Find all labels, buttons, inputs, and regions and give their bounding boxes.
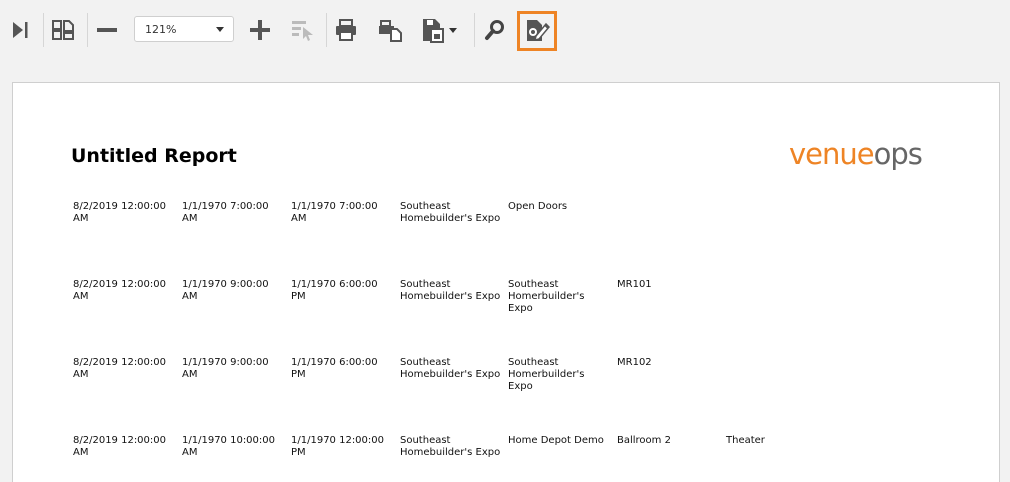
search-icon: [485, 20, 504, 40]
cell-event: Southeast Homebuilder's Expo: [400, 279, 501, 302]
cell-end-time: 1/1/1970 7:00:00 AM: [291, 201, 378, 224]
skip-to-end-icon: [13, 22, 28, 38]
search-button[interactable]: [477, 12, 513, 48]
zoom-value: 121%: [145, 22, 177, 36]
cell-room: Ballroom 2: [617, 435, 671, 446]
last-page-button[interactable]: [2, 12, 38, 48]
print-page-icon: [379, 20, 402, 42]
cell-function: Home Depot Demo: [508, 435, 604, 446]
cell-end-time: 1/1/1970 6:00:00 PM: [291, 279, 378, 302]
cell-date: 8/2/2019 12:00:00 AM: [73, 357, 167, 380]
print-button[interactable]: [328, 12, 364, 48]
cell-event: Southeast Homebuilder's Expo: [400, 201, 501, 224]
report-viewer-toolbar: 121%: [0, 0, 1010, 60]
cell-event: Southeast Homebuilder's Expo: [400, 357, 501, 380]
edit-report-icon: [527, 20, 550, 42]
export-button[interactable]: [416, 12, 462, 48]
cell-start-time: 1/1/1970 9:00:00 AM: [182, 357, 269, 380]
cell-start-time: 1/1/1970 10:00:00 AM: [182, 435, 276, 458]
select-tool-button[interactable]: [285, 12, 321, 48]
plus-icon: [250, 20, 270, 40]
cell-start-time: 1/1/1970 9:00:00 AM: [182, 279, 269, 302]
minus-icon: [97, 28, 117, 32]
cell-start-time: 1/1/1970 7:00:00 AM: [182, 201, 269, 224]
zoom-select[interactable]: 121%: [134, 16, 234, 42]
cell-function: Southeast Homerbuilder's Expo: [508, 357, 585, 392]
cell-setup: Theater: [726, 435, 765, 446]
report-page: Untitled Report venueops 8/2/2019 12:00:…: [12, 82, 1000, 482]
select-cursor-icon: [292, 21, 313, 41]
chevron-down-icon: [216, 27, 224, 32]
cell-function: Open Doors: [508, 201, 568, 212]
zoom-in-button[interactable]: [242, 12, 278, 48]
cell-function: Southeast Homerbuilder's Expo: [508, 279, 585, 314]
venueops-logo: venueops: [789, 137, 923, 171]
export-save-icon: [423, 19, 457, 43]
cell-room: MR102: [617, 357, 652, 368]
cell-end-time: 1/1/1970 12:00:00 PM: [291, 435, 385, 458]
cell-end-time: 1/1/1970 6:00:00 PM: [291, 357, 378, 380]
edit-report-button[interactable]: [517, 11, 557, 51]
cell-room: MR101: [617, 279, 652, 290]
zoom-out-button[interactable]: [89, 12, 125, 48]
multi-page-button[interactable]: [45, 12, 81, 48]
cell-date: 8/2/2019 12:00:00 AM: [73, 201, 167, 224]
cell-event: Southeast Homebuilder's Expo: [400, 435, 501, 458]
cell-date: 8/2/2019 12:00:00 AM: [73, 279, 167, 302]
printer-icon: [336, 19, 356, 41]
report-title: Untitled Report: [71, 145, 237, 167]
cell-date: 8/2/2019 12:00:00 AM: [73, 435, 167, 458]
multi-page-icon: [52, 20, 74, 40]
print-page-button[interactable]: [372, 12, 408, 48]
